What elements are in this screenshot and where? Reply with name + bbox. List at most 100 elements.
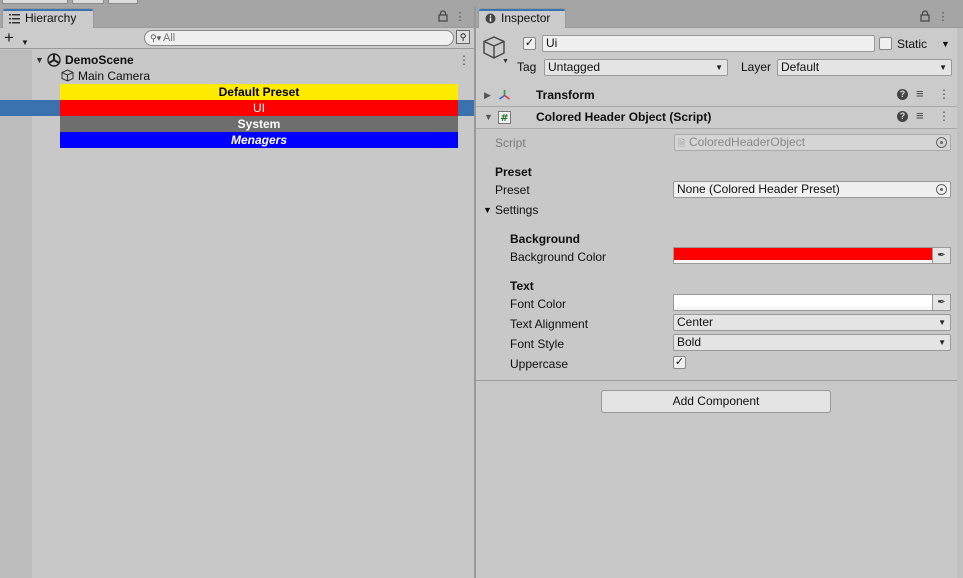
eyedropper-icon[interactable]: ✒ <box>932 295 950 310</box>
kebab-menu-icon[interactable]: ⋮ <box>938 109 950 123</box>
script-value: ColoredHeaderObject <box>689 135 806 149</box>
hierarchy-tabbar: Hierarchy ⋮ <box>0 6 474 29</box>
chevron-down-icon: ▼ <box>939 63 947 72</box>
settings-foldout-label[interactable]: Settings <box>495 202 538 218</box>
component-title: Transform <box>536 88 595 102</box>
tag-label: Tag <box>517 60 537 74</box>
kebab-menu-icon[interactable]: ⋮ <box>938 87 950 101</box>
inspector-panel: Inspector ⋮ ▼ ✓ Ui Static ▼ Tag Untagged… <box>476 6 963 578</box>
font-style-label: Font Style <box>510 337 565 351</box>
help-icon[interactable]: ? <box>897 111 908 122</box>
lock-icon[interactable] <box>919 10 931 24</box>
search-input[interactable] <box>163 31 443 45</box>
hierarchy-panel: Hierarchy ⋮ +▼ ⚲▾ ⚲ ▼ DemoScene ⋮ <box>0 6 474 578</box>
chevron-down-icon: ▼ <box>715 63 723 72</box>
tab-label: Hierarchy <box>25 11 77 25</box>
preset-object-field[interactable]: None (Colored Header Preset) <box>673 181 951 198</box>
help-icon[interactable]: ? <box>897 89 908 100</box>
list-icon <box>9 14 20 24</box>
component-script-header[interactable]: ▼ # Colored Header Object (Script) ? ≡ ⋮ <box>476 107 963 129</box>
scene-picker-icon[interactable]: ⚲ <box>456 30 470 44</box>
header-label: Default Preset <box>218 85 300 99</box>
text-alignment-value: Center <box>677 315 714 329</box>
header-label: UI <box>253 101 265 115</box>
header-default-preset[interactable]: Default Preset <box>60 84 458 100</box>
script-label: Script <box>495 136 526 150</box>
add-component-button[interactable]: Add Component <box>601 390 831 413</box>
scene-name: DemoScene <box>65 53 134 67</box>
uppercase-checkbox[interactable]: ✓ <box>673 356 686 369</box>
component-transform-header[interactable]: ▶ Transform ? ≡ ⋮ <box>476 85 963 107</box>
layer-label: Layer <box>741 60 772 74</box>
layer-dropdown[interactable]: Default ▼ <box>777 59 952 76</box>
static-checkbox[interactable] <box>879 37 892 50</box>
hierarchy-tree: ▼ DemoScene ⋮ Main Camera Default Preset… <box>0 50 474 578</box>
inspector-scrollbar[interactable] <box>957 28 963 578</box>
foldout-expanded-icon[interactable]: ▼ <box>483 202 492 218</box>
create-button[interactable]: + ▼ <box>4 29 32 47</box>
header-menagers[interactable]: Menagers <box>60 132 458 148</box>
header-ui[interactable]: UI <box>60 100 458 116</box>
object-name-field[interactable]: Ui <box>542 35 875 52</box>
text-alignment-label: Text Alignment <box>510 317 589 331</box>
font-color-field[interactable]: ✒ <box>673 294 951 311</box>
unity-scene-icon <box>47 53 61 67</box>
tree-item-main-camera[interactable]: Main Camera <box>0 68 474 84</box>
search-field[interactable]: ⚲▾ <box>144 30 454 46</box>
script-file-icon: 🗎 <box>678 138 686 148</box>
chevron-down-icon[interactable]: ▼ <box>502 58 509 65</box>
font-style-dropdown[interactable]: Bold ▼ <box>673 334 951 351</box>
preset-label: Preset <box>495 183 530 197</box>
background-color-field[interactable]: ✒ <box>673 247 951 264</box>
chevron-down-icon: ▼ <box>21 38 29 47</box>
tab-inspector[interactable]: Inspector <box>478 8 566 29</box>
gameobject-cube-icon <box>61 69 74 82</box>
transform-icon <box>499 90 510 100</box>
hierarchy-gutter <box>0 50 32 578</box>
background-heading: Background <box>510 232 581 246</box>
expand-arrow-icon[interactable]: ▼ <box>35 52 44 68</box>
text-alignment-dropdown[interactable]: Center ▼ <box>673 314 951 331</box>
preset-heading: Preset <box>495 165 532 179</box>
color-swatch[interactable] <box>674 248 932 260</box>
component-separator <box>476 380 963 381</box>
tab-hierarchy[interactable]: Hierarchy <box>2 8 94 29</box>
component-title: Colored Header Object (Script) <box>536 110 712 124</box>
text-heading: Text <box>510 279 534 293</box>
kebab-menu-icon[interactable]: ⋮ <box>454 10 466 24</box>
scene-row[interactable]: ▼ DemoScene ⋮ <box>0 52 474 68</box>
active-checkbox[interactable]: ✓ <box>523 37 536 50</box>
foldout-expanded-icon[interactable]: ▼ <box>484 112 493 122</box>
eyedropper-icon[interactable]: ✒ <box>932 248 950 263</box>
tab-active-indicator <box>3 9 93 11</box>
script-hash-icon: # <box>498 111 511 124</box>
color-swatch[interactable] <box>674 295 932 307</box>
static-label: Static <box>897 37 928 51</box>
foldout-collapsed-icon[interactable]: ▶ <box>484 90 491 101</box>
lock-icon[interactable] <box>437 10 449 24</box>
background-color-label: Background Color <box>510 250 607 264</box>
top-tab-stub[interactable] <box>2 0 68 4</box>
hierarchy-toolbar: +▼ ⚲▾ ⚲ <box>0 28 474 49</box>
inspector-tabbar: Inspector ⋮ <box>476 6 963 29</box>
top-tab-stub[interactable] <box>108 0 138 4</box>
chevron-down-icon: ▼ <box>938 318 946 327</box>
object-header: ▼ ✓ Ui Static ▼ Tag Untagged ▼ Layer Def… <box>476 28 963 90</box>
layer-value: Default <box>781 60 820 74</box>
preset-value: None (Colored Header Preset) <box>677 182 840 196</box>
svg-text:#: # <box>500 113 508 124</box>
object-picker-icon[interactable] <box>936 184 947 195</box>
header-system[interactable]: System <box>60 116 458 132</box>
preset-sliders-icon[interactable]: ≡ <box>916 108 924 123</box>
object-picker-icon <box>936 137 947 148</box>
tag-dropdown[interactable]: Untagged ▼ <box>544 59 728 76</box>
top-tab-stub[interactable] <box>72 0 104 4</box>
kebab-menu-icon[interactable]: ⋮ <box>458 52 470 68</box>
search-icon: ⚲▾ <box>150 33 162 43</box>
preset-sliders-icon[interactable]: ≡ <box>916 86 924 101</box>
tab-active-indicator <box>479 9 565 11</box>
tree-item-label: Main Camera <box>78 69 151 83</box>
static-dropdown-chevron-icon[interactable]: ▼ <box>941 36 950 52</box>
font-color-label: Font Color <box>510 297 567 311</box>
kebab-menu-icon[interactable]: ⋮ <box>937 10 949 24</box>
